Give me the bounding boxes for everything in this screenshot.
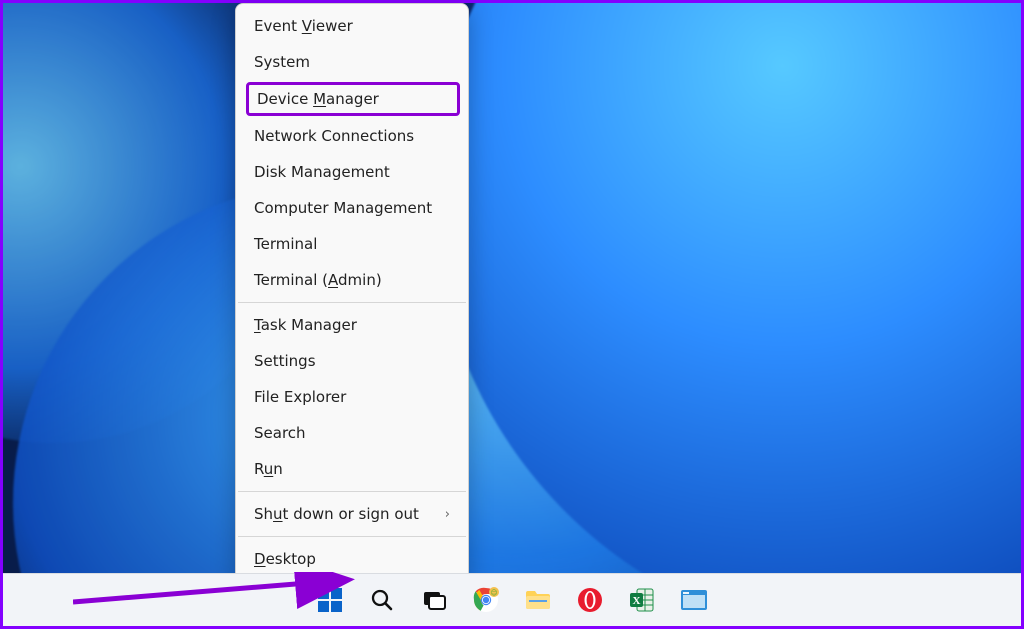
menu-item-run[interactable]: Run (236, 451, 468, 487)
menu-item-desktop[interactable]: Desktop (236, 541, 468, 577)
menu-item-event-viewer[interactable]: Event Viewer (236, 8, 468, 44)
folder-icon (525, 588, 551, 612)
svg-text:X: X (633, 595, 641, 607)
menu-item-label: Event Viewer (254, 17, 353, 35)
chrome-icon: ☺ (473, 587, 499, 613)
menu-separator (238, 491, 466, 492)
task-view-button[interactable] (417, 583, 451, 617)
menu-item-disk-management[interactable]: Disk Management (236, 154, 468, 190)
windows-logo-icon (317, 587, 343, 613)
menu-item-label: Network Connections (254, 127, 414, 145)
menu-item-label: Device Manager (257, 90, 379, 108)
menu-separator (238, 302, 466, 303)
excel-icon: X (629, 587, 655, 613)
chevron-right-icon: › (445, 507, 450, 522)
chrome-app[interactable]: ☺ (469, 583, 503, 617)
menu-item-label: Settings (254, 352, 316, 370)
task-view-icon (422, 588, 446, 612)
start-button[interactable] (313, 583, 347, 617)
menu-separator (238, 536, 466, 537)
file-explorer-app[interactable] (521, 583, 555, 617)
desktop-wallpaper (3, 3, 1021, 626)
pinned-app[interactable] (677, 583, 711, 617)
menu-item-label: Search (254, 424, 306, 442)
menu-item-label: Terminal (Admin) (254, 271, 382, 289)
svg-text:☺: ☺ (490, 589, 497, 597)
menu-item-label: Shut down or sign out (254, 505, 419, 523)
menu-item-network-connections[interactable]: Network Connections (236, 118, 468, 154)
menu-item-label: Run (254, 460, 283, 478)
menu-item-shut-down-or-sign-out[interactable]: Shut down or sign out › (236, 496, 468, 532)
excel-app[interactable]: X (625, 583, 659, 617)
menu-item-label: Computer Management (254, 199, 432, 217)
screenshot-viewport: { "colors":{"accent":"#8400ff","highligh… (0, 0, 1024, 629)
menu-item-task-manager[interactable]: Task Manager (236, 307, 468, 343)
search-button[interactable] (365, 583, 399, 617)
menu-item-terminal-admin[interactable]: Terminal (Admin) (236, 262, 468, 298)
menu-item-device-manager[interactable]: Device Manager (246, 82, 460, 116)
menu-item-label: Desktop (254, 550, 316, 568)
taskbar: ☺ X (3, 573, 1021, 626)
opera-icon (577, 587, 603, 613)
app-window-icon (680, 589, 708, 611)
winx-context-menu: Event Viewer System Device Manager Network … (235, 3, 469, 584)
menu-item-label: Task Manager (254, 316, 357, 334)
menu-item-file-explorer[interactable]: File Explorer (236, 379, 468, 415)
menu-item-label: Terminal (254, 235, 317, 253)
menu-item-search[interactable]: Search (236, 415, 468, 451)
menu-item-label: Disk Management (254, 163, 390, 181)
menu-item-system[interactable]: System (236, 44, 468, 80)
menu-item-settings[interactable]: Settings (236, 343, 468, 379)
opera-app[interactable] (573, 583, 607, 617)
menu-item-label: System (254, 53, 310, 71)
menu-item-terminal[interactable]: Terminal (236, 226, 468, 262)
menu-item-computer-management[interactable]: Computer Management (236, 190, 468, 226)
search-icon (370, 588, 394, 612)
menu-item-label: File Explorer (254, 388, 346, 406)
